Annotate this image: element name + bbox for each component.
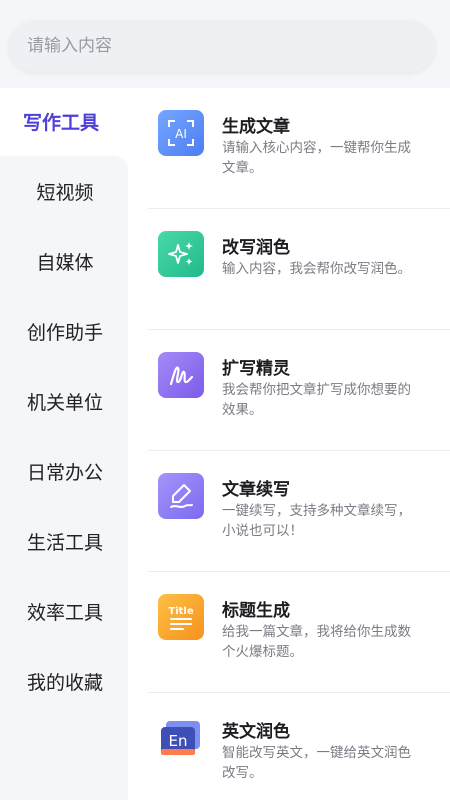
sidebar-item-efficiency-tools[interactable]: 效率工具 xyxy=(0,598,130,625)
sidebar-item-self-media[interactable]: 自媒体 xyxy=(0,248,130,275)
script-icon xyxy=(158,352,204,398)
tool-card-rewrite-polish[interactable]: 改写润色 输入内容，我会帮你改写润色。 xyxy=(148,209,450,330)
svg-text:En: En xyxy=(169,732,188,750)
svg-text:AI: AI xyxy=(175,127,187,141)
sidebar-item-daily-office[interactable]: 日常办公 xyxy=(0,458,130,485)
tool-title: 文章续写 xyxy=(222,480,290,500)
tool-card-english-polish[interactable]: En 英文润色 智能改写英文，一键给英文润色改写。 xyxy=(148,693,450,800)
english-icon: En xyxy=(158,715,204,761)
top-bar xyxy=(0,0,450,88)
tool-description: 智能改写英文，一键给英文润色改写。 xyxy=(222,745,411,781)
sidebar-item-creative-assistant[interactable]: 创作助手 xyxy=(0,318,130,345)
search-box[interactable] xyxy=(9,20,435,72)
tool-title: 扩写精灵 xyxy=(222,359,290,379)
sidebar-item-government[interactable]: 机关单位 xyxy=(0,388,130,415)
tool-description: 给我一篇文章，我将给你生成数个火爆标题。 xyxy=(222,624,411,660)
tool-card-continue-writing[interactable]: 文章续写 一键续写，支持多种文章续写，小说也可以！ xyxy=(148,451,450,572)
sparkle-icon xyxy=(158,231,204,277)
sidebar-item-favorites[interactable]: 我的收藏 xyxy=(0,668,130,695)
search-input[interactable] xyxy=(9,20,435,72)
tool-card-title-generator[interactable]: Title 标题生成 给我一篇文章，我将给你生成数个火爆标题。 xyxy=(148,572,450,693)
tool-title: 生成文章 xyxy=(222,117,290,137)
sidebar-item-writing-tools[interactable]: 写作工具 xyxy=(0,108,126,135)
sidebar-item-life-tools[interactable]: 生活工具 xyxy=(0,528,130,555)
ai-icon: AI xyxy=(158,110,204,156)
sidebar-item-short-video[interactable]: 短视频 xyxy=(0,178,130,205)
tool-card-generate-article[interactable]: AI 生成文章 请输入核心内容，一键帮你生成文章。 xyxy=(148,88,450,209)
category-sidebar: 写作工具 短视频 自媒体 创作助手 机关单位 日常办公 生活工具 效率工具 我的… xyxy=(0,88,130,800)
title-icon: Title xyxy=(158,594,204,640)
svg-text:Title: Title xyxy=(168,606,193,617)
tool-description: 一键续写，支持多种文章续写，小说也可以！ xyxy=(222,503,411,539)
tool-description: 我会帮你把文章扩写成你想要的效果。 xyxy=(222,382,411,418)
tool-title: 英文润色 xyxy=(222,722,290,742)
tool-title: 标题生成 xyxy=(222,601,290,621)
tool-card-expand-writing[interactable]: 扩写精灵 我会帮你把文章扩写成你想要的效果。 xyxy=(148,330,450,451)
pen-icon xyxy=(158,473,204,519)
tool-description: 请输入核心内容，一键帮你生成文章。 xyxy=(222,140,411,176)
tool-title: 改写润色 xyxy=(222,238,290,258)
tool-description: 输入内容，我会帮你改写润色。 xyxy=(222,261,411,277)
